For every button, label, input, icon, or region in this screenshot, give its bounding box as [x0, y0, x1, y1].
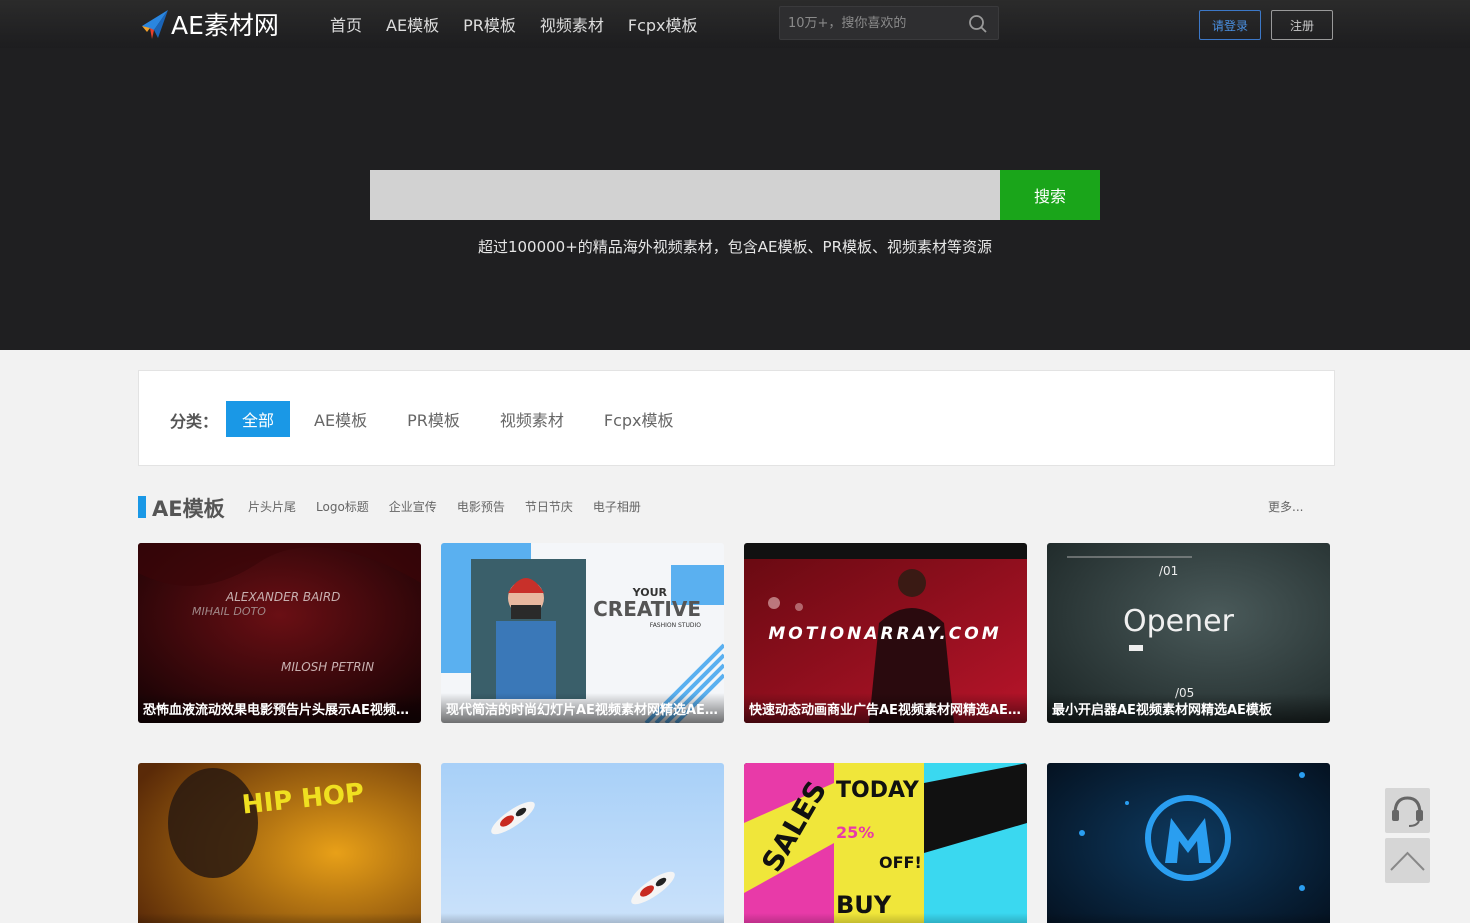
template-card[interactable]: SALES TODAY OFF! BUY 25% [744, 763, 1027, 923]
tag-holiday[interactable]: 节日节庆 [525, 498, 573, 515]
card-title[interactable]: 快速动态动画商业广告AE视频素材网精选AE模板 [744, 693, 1027, 723]
tag-corporate[interactable]: 企业宣传 [389, 498, 437, 515]
svg-text:MOTIONARRAY.COM: MOTIONARRAY.COM [768, 624, 1001, 644]
filter-label: 分类： [170, 412, 219, 431]
thumbnail-image [1047, 763, 1330, 923]
tag-intro-outro[interactable]: 片头片尾 [248, 498, 296, 515]
filter-all[interactable]: 全部 [226, 401, 291, 437]
svg-text:TODAY: TODAY [836, 778, 920, 803]
filter-items: 全部 AE模板 PR模板 视频素材 Fcpx模板 [226, 401, 698, 437]
svg-text:Opener: Opener [1123, 604, 1235, 639]
template-card[interactable]: ALEXANDER BAIRD MIHAIL DOTO MILOSH PETRI… [138, 543, 421, 723]
paper-plane-icon [142, 10, 168, 39]
search-icon[interactable] [968, 14, 988, 34]
site-logo[interactable]: AE素材网 [140, 6, 279, 42]
template-card[interactable]: YOUR CREATIVE FASHION STUDIO 现代简洁的时尚幻灯片A… [441, 543, 724, 723]
svg-text:MIHAIL DOTO: MIHAIL DOTO [192, 605, 266, 618]
svg-text:/01: /01 [1159, 564, 1178, 578]
category-filter: 分类： 全部 AE模板 PR模板 视频素材 Fcpx模板 [138, 370, 1335, 466]
hero-banner: 搜索 超过100000+的精品海外视频素材，包含AE模板、PR模板、视频素材等资… [0, 48, 1470, 350]
nav-video-footage[interactable]: 视频素材 [540, 12, 604, 36]
hero-search-button[interactable]: 搜索 [1000, 170, 1100, 220]
svg-text:25%: 25% [836, 823, 874, 842]
filter-ae[interactable]: AE模板 [298, 401, 383, 437]
back-to-top-button[interactable] [1385, 838, 1430, 883]
card-title[interactable] [1047, 913, 1330, 923]
nav-ae-templates[interactable]: AE模板 [386, 12, 439, 36]
chevron-up-icon [1390, 851, 1425, 871]
nav-fcpx-templates[interactable]: Fcpx模板 [628, 12, 698, 36]
nav-pr-templates[interactable]: PR模板 [463, 12, 516, 36]
tag-trailer[interactable]: 电影预告 [457, 498, 505, 515]
nav-home[interactable]: 首页 [330, 12, 362, 36]
main-nav: 首页 AE模板 PR模板 视频素材 Fcpx模板 [330, 12, 722, 36]
register-button[interactable]: 注册 [1271, 10, 1333, 40]
card-title[interactable] [744, 913, 1027, 923]
card-title[interactable]: 最小开启器AE视频素材网精选AE模板 [1047, 693, 1330, 723]
svg-text:CREATIVE: CREATIVE [593, 597, 701, 621]
card-title[interactable] [441, 913, 724, 923]
tag-logo-title[interactable]: Logo标题 [316, 498, 369, 515]
template-card[interactable]: MOTIONARRAY.COM 快速动态动画商业广告AE视频素材网精选AE模板 [744, 543, 1027, 723]
top-search-input[interactable] [780, 7, 965, 39]
hero-subtitle: 超过100000+的精品海外视频素材，包含AE模板、PR模板、视频素材等资源 [477, 238, 993, 256]
svg-text:OFF!: OFF! [879, 853, 922, 872]
template-card[interactable] [441, 763, 724, 923]
section-tags: 片头片尾 Logo标题 企业宣传 电影预告 节日节庆 电子相册 [248, 498, 661, 515]
filter-fcpx[interactable]: Fcpx模板 [588, 401, 690, 437]
headset-icon [1392, 796, 1423, 827]
support-button[interactable] [1385, 788, 1430, 833]
thumbnail-image: SALES TODAY OFF! BUY 25% [744, 763, 1027, 923]
ae-section-header: AE模板 片头片尾 Logo标题 企业宣传 电影预告 节日节庆 电子相册 更多.… [138, 492, 1335, 522]
template-card[interactable]: /01 Opener /05 最小开启器AE视频素材网精选AE模板 [1047, 543, 1330, 723]
section-more-link[interactable]: 更多... [1268, 498, 1303, 515]
filter-pr[interactable]: PR模板 [391, 401, 476, 437]
template-card[interactable]: HIP HOP [138, 763, 421, 923]
hero-search-input[interactable] [370, 170, 1000, 220]
card-title[interactable]: 恐怖血液流动效果电影预告片头展示AE视频素材网精选AE模板 [138, 693, 421, 723]
thumbnail-image [441, 763, 724, 923]
section-accent-bar [138, 496, 146, 518]
filter-video[interactable]: 视频素材 [484, 401, 580, 437]
svg-text:MILOSH PETRIN: MILOSH PETRIN [281, 660, 374, 674]
thumbnail-image: HIP HOP [138, 763, 421, 923]
top-search-box [779, 6, 999, 40]
svg-text:FASHION STUDIO: FASHION STUDIO [650, 622, 701, 629]
card-title[interactable]: 现代简洁的时尚幻灯片AE视频素材网精选AE模板 [441, 693, 724, 723]
top-header: AE素材网 首页 AE模板 PR模板 视频素材 Fcpx模板 请登录 注册 [0, 0, 1470, 48]
section-title: AE模板 [152, 497, 225, 521]
template-card[interactable] [1047, 763, 1330, 923]
tag-album[interactable]: 电子相册 [593, 498, 641, 515]
svg-text:ALEXANDER BAIRD: ALEXANDER BAIRD [225, 590, 340, 604]
logo-text: AE素材网 [171, 11, 279, 40]
card-title[interactable] [138, 913, 421, 923]
login-button[interactable]: 请登录 [1199, 10, 1261, 40]
